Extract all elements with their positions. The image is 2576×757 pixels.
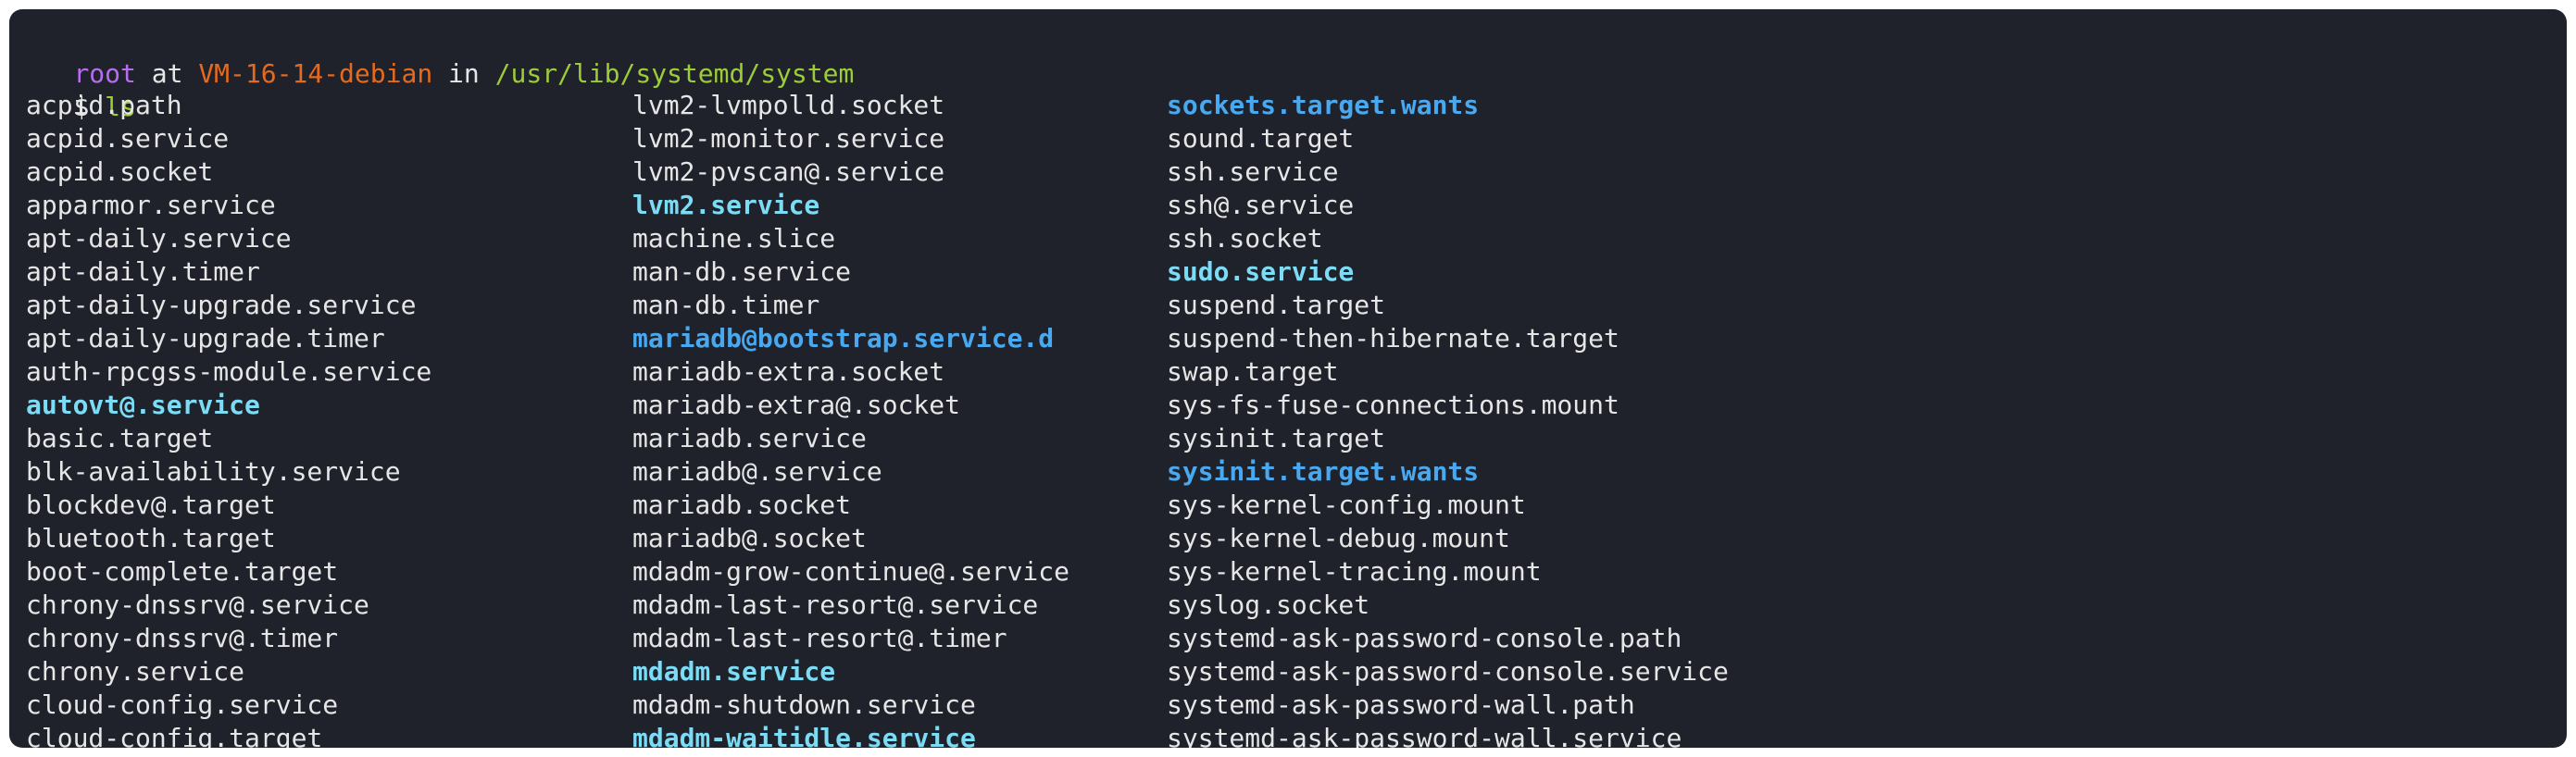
- listing-file-entry: mdadm-last-resort@.service: [632, 589, 1039, 620]
- listing-directory-entry: mariadb@bootstrap.service.d: [632, 323, 1055, 354]
- prompt-host: VM-16-14-debian: [198, 58, 433, 89]
- listing-file-entry: ssh@.service: [1167, 190, 1355, 220]
- listing-file-entry: autovt@.service: [26, 390, 260, 420]
- listing-file-entry: systemd-ask-password-console.service: [1167, 656, 1729, 687]
- listing-file-entry: sys-fs-fuse-connections.mount: [1167, 390, 1619, 420]
- listing-file-entry: blk-availability.service: [26, 456, 401, 487]
- listing-file-entry: boot-complete.target: [26, 556, 339, 587]
- listing-file-entry: lvm2.service: [632, 190, 820, 220]
- listing-file-entry: systemd-ask-password-console.path: [1167, 623, 1682, 653]
- listing-file-entry: bluetooth.target: [26, 523, 276, 553]
- listing-file-entry: chrony.service: [26, 656, 245, 687]
- listing-file-entry: cloud-config.target: [26, 723, 323, 748]
- listing-file-entry: apt-daily.timer: [26, 256, 260, 287]
- listing-file-entry: lvm2-lvmpolld.socket: [632, 90, 945, 120]
- listing-file-entry: mariadb@.service: [632, 456, 882, 487]
- listing-file-entry: mariadb-extra@.socket: [632, 390, 961, 420]
- listing-file-entry: man-db.service: [632, 256, 852, 287]
- listing-file-entry: sysinit.target: [1167, 423, 1386, 453]
- listing-file-entry: suspend-then-hibernate.target: [1167, 323, 1619, 354]
- listing-file-entry: systemd-ask-password-wall.path: [1167, 689, 1635, 720]
- listing-file-entry: ssh.socket: [1167, 223, 1323, 254]
- listing-file-entry: mdadm-last-resort@.timer: [632, 623, 1007, 653]
- listing-directory-entry: sysinit.target.wants: [1167, 456, 1480, 487]
- listing-file-entry: chrony-dnssrv@.timer: [26, 623, 339, 653]
- listing-file-entry: lvm2-pvscan@.service: [632, 156, 945, 187]
- prompt-in: in: [432, 58, 495, 89]
- listing-file-entry: mdadm-shutdown.service: [632, 689, 976, 720]
- listing-file-entry: sys-kernel-debug.mount: [1167, 523, 1510, 553]
- listing-file-entry: mariadb@.socket: [632, 523, 867, 553]
- listing-file-entry: sys-kernel-tracing.mount: [1167, 556, 1542, 587]
- listing-file-entry: sys-kernel-config.mount: [1167, 490, 1526, 520]
- listing-file-entry: mdadm-grow-continue@.service: [632, 556, 1070, 587]
- listing-file-entry: mdadm.service: [632, 656, 836, 687]
- listing-directory-entry: sockets.target.wants: [1167, 90, 1480, 120]
- listing-file-entry: ssh.service: [1167, 156, 1339, 187]
- listing-file-entry: acpid.path: [26, 90, 182, 120]
- listing-file-entry: mdadm-waitidle.service: [632, 723, 976, 748]
- listing-column-2: lvm2-lvmpolld.socket lvm2-monitor.service…: [632, 89, 1069, 748]
- listing-file-entry: swap.target: [1167, 356, 1339, 387]
- listing-file-entry: mariadb.service: [632, 423, 867, 453]
- listing-file-entry: machine.slice: [632, 223, 836, 254]
- listing-file-entry: suspend.target: [1167, 290, 1386, 320]
- listing-file-entry: apparmor.service: [26, 190, 276, 220]
- listing-file-entry: apt-daily.service: [26, 223, 292, 254]
- terminal-window[interactable]: root at VM-16-14-debian in /usr/lib/syst…: [9, 9, 2567, 748]
- listing-file-entry: sudo.service: [1167, 256, 1355, 287]
- listing-file-entry: apt-daily-upgrade.timer: [26, 323, 385, 354]
- listing-file-entry: auth-rpcgss-module.service: [26, 356, 432, 387]
- listing-file-entry: mariadb-extra.socket: [632, 356, 945, 387]
- listing-column-3: sockets.target.wants sound.target ssh.serv…: [1167, 89, 1729, 748]
- listing-file-entry: man-db.timer: [632, 290, 820, 320]
- prompt-at: at: [135, 58, 199, 89]
- listing-file-entry: lvm2-monitor.service: [632, 123, 945, 154]
- listing-file-entry: apt-daily-upgrade.service: [26, 290, 417, 320]
- listing-file-entry: chrony-dnssrv@.service: [26, 589, 369, 620]
- prompt-cwd: /usr/lib/systemd/system: [494, 58, 855, 89]
- listing-file-entry: systemd-ask-password-wall.service: [1167, 723, 1682, 748]
- listing-file-entry: basic.target: [26, 423, 214, 453]
- listing-file-entry: acpid.service: [26, 123, 230, 154]
- listing-file-entry: mariadb.socket: [632, 490, 852, 520]
- listing-file-entry: cloud-config.service: [26, 689, 339, 720]
- listing-column-1: acpid.path acpid.service acpid.socket appar…: [26, 89, 431, 748]
- listing-file-entry: sound.target: [1167, 123, 1355, 154]
- listing-file-entry: acpid.socket: [26, 156, 214, 187]
- listing-file-entry: blockdev@.target: [26, 490, 276, 520]
- listing-file-entry: syslog.socket: [1167, 589, 1370, 620]
